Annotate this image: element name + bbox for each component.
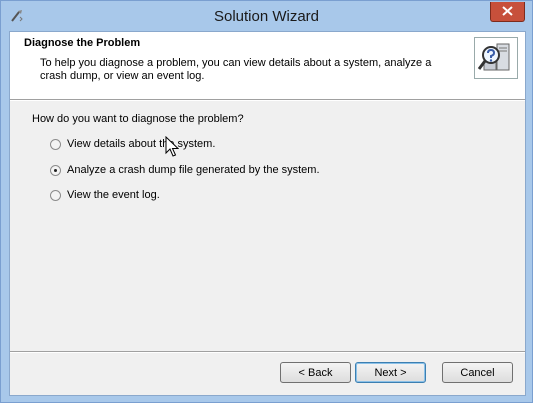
page-description: To help you diagnose a problem, you can … xyxy=(40,57,432,82)
radio-analyze-crash-dump[interactable] xyxy=(50,165,61,176)
back-button[interactable]: < Back xyxy=(280,362,351,383)
mouse-pointer-icon xyxy=(165,136,179,157)
option-label[interactable]: View the event log. xyxy=(67,189,160,201)
close-icon xyxy=(502,6,513,16)
option-label[interactable]: View details about the system. xyxy=(67,138,215,150)
diagnose-question: How do you want to diagnose the problem? xyxy=(32,113,244,125)
option-label[interactable]: Analyze a crash dump file generated by t… xyxy=(67,164,320,176)
page-title: Diagnose the Problem xyxy=(24,37,141,49)
next-button[interactable]: Next > xyxy=(355,362,426,383)
footer-separator xyxy=(10,351,525,353)
cancel-button[interactable]: Cancel xyxy=(442,362,513,383)
window-title: Solution Wizard xyxy=(213,8,320,25)
radio-view-details[interactable] xyxy=(50,139,61,150)
radio-view-event-log[interactable] xyxy=(50,190,61,201)
solution-wizard-window: Solution Wizard Diagnose the Problem To … xyxy=(0,0,533,403)
header-separator xyxy=(10,99,525,101)
wizard-client-area: Diagnose the Problem To help you diagnos… xyxy=(9,31,526,396)
wizard-header: Diagnose the Problem To help you diagnos… xyxy=(10,32,525,99)
computer-magnifier-icon xyxy=(474,37,518,79)
title-bar[interactable]: Solution Wizard xyxy=(1,1,532,31)
close-button[interactable] xyxy=(490,2,525,22)
